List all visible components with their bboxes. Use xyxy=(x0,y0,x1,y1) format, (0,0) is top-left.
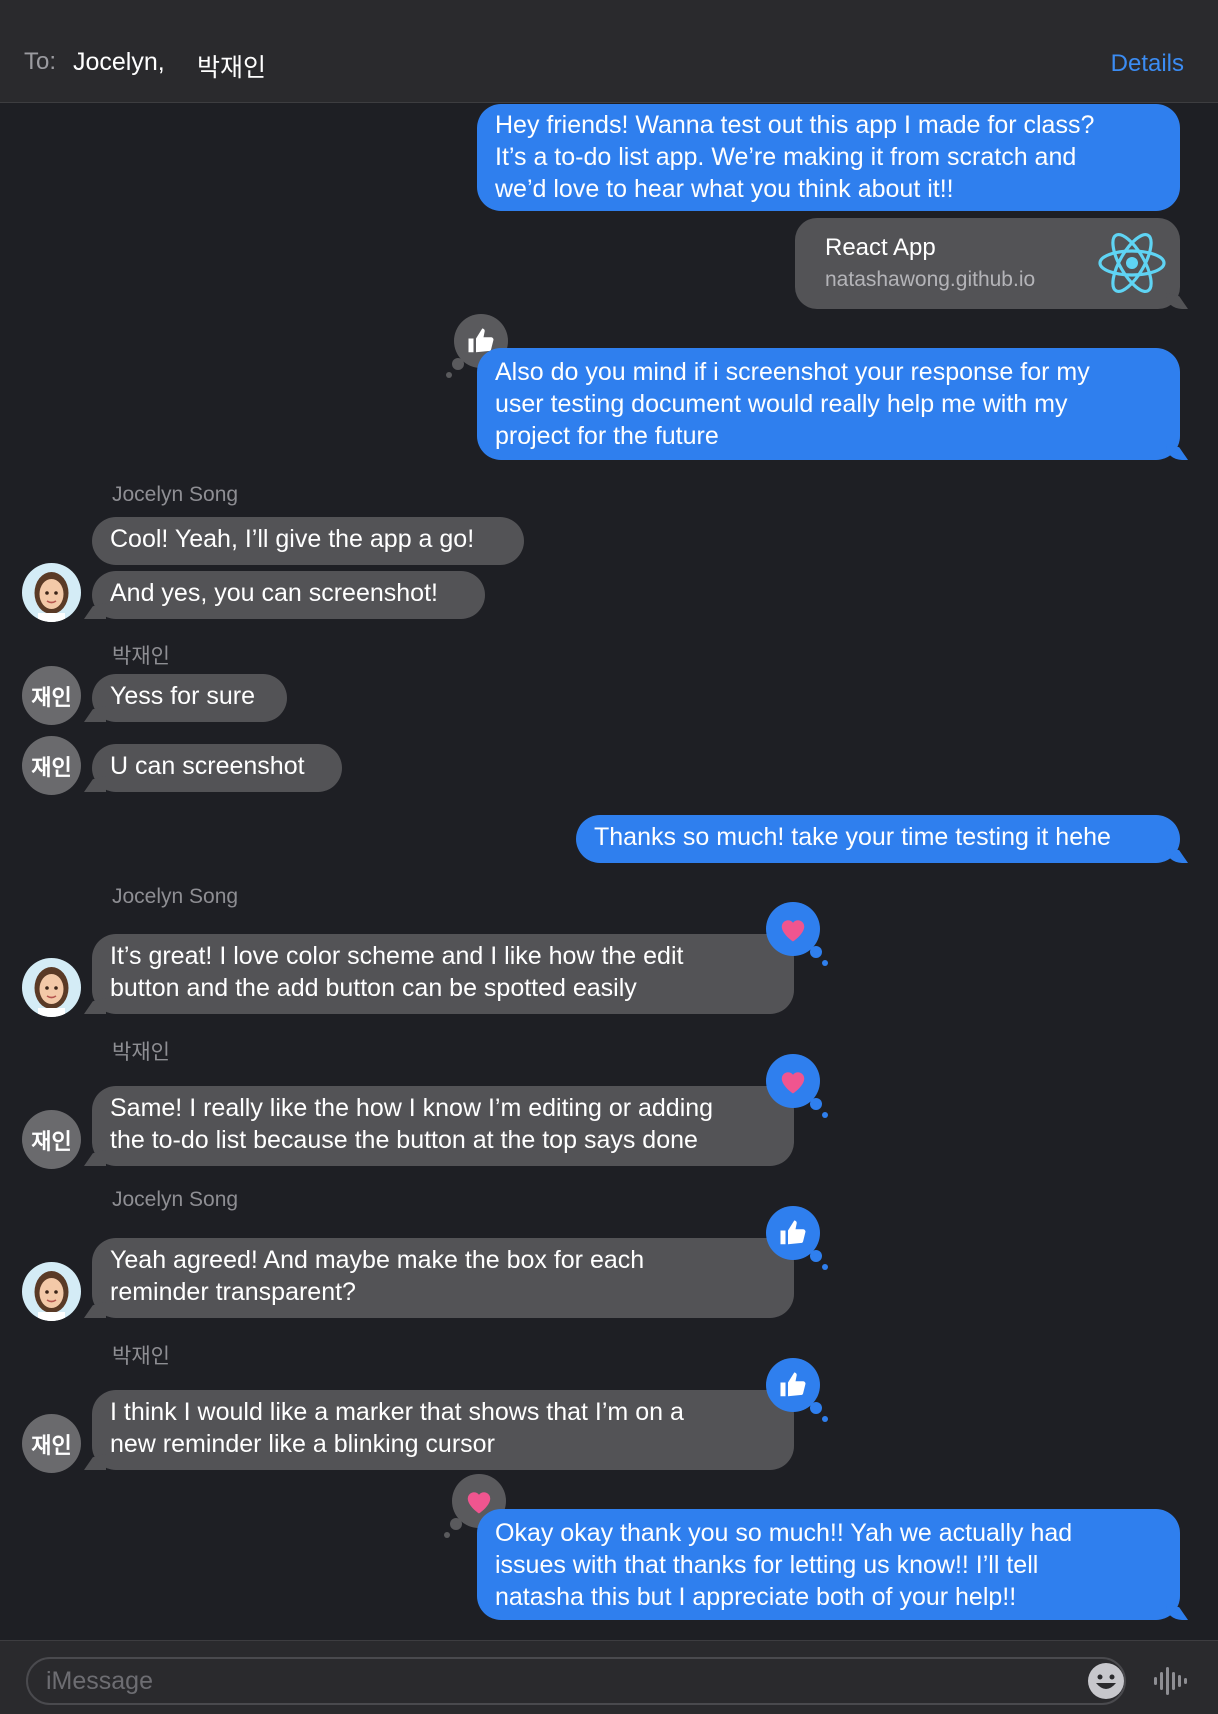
message-line: button and the add button can be spotted… xyxy=(110,974,637,1002)
recipient-jocelyn[interactable]: Jocelyn, xyxy=(73,48,165,77)
sender-name: 박재인 xyxy=(112,1041,170,1064)
message-line: Also do you mind if i screenshot your re… xyxy=(495,358,1090,386)
tapback-heart[interactable] xyxy=(766,902,828,966)
message-line: Hey friends! Wanna test out this app I m… xyxy=(495,111,1095,139)
avatar-jocelyn[interactable] xyxy=(22,958,81,1017)
message-bubble-outgoing[interactable]: Okay okay thank you so much!! Yah we act… xyxy=(477,1509,1180,1620)
composer-bar xyxy=(0,1640,1218,1714)
avatar-jaein[interactable]: 재인 xyxy=(22,666,81,725)
memoji-avatar-icon xyxy=(34,1271,69,1321)
thumbs-up-icon xyxy=(780,1220,806,1245)
message-bubble-incoming[interactable]: Same! I really like the how I know I’m e… xyxy=(92,1086,794,1166)
sender-name: 박재인 xyxy=(112,1345,170,1368)
heart-icon xyxy=(781,920,805,942)
link-preview-title: React App xyxy=(825,234,936,261)
message-line: user testing document would really help … xyxy=(495,390,1068,418)
message-line: Same! I really like the how I know I’m e… xyxy=(110,1094,714,1122)
message-bubble-incoming[interactable]: U can screenshot xyxy=(92,744,342,792)
link-preview-card[interactable]: React App natashawong.github.io xyxy=(795,218,1180,309)
message-bubble-outgoing[interactable]: Hey friends! Wanna test out this app I m… xyxy=(477,104,1180,211)
message-line: It’s a to-do list app. We’re making it f… xyxy=(495,143,1077,171)
avatar-jaein[interactable]: 재인 xyxy=(22,736,81,795)
message-line: reminder transparent? xyxy=(110,1278,356,1306)
memoji-avatar-icon xyxy=(34,572,69,622)
heart-icon xyxy=(781,1072,805,1094)
memoji-avatar-icon xyxy=(34,967,69,1017)
message-line: Thanks so much! take your time testing i… xyxy=(594,823,1111,851)
audio-waveform-icon[interactable] xyxy=(1150,1661,1190,1701)
sender-name: Jocelyn Song xyxy=(112,885,239,908)
message-bubble-incoming[interactable]: Yess for sure xyxy=(92,674,287,722)
sender-name: 박재인 xyxy=(112,645,170,668)
avatar-jaein[interactable]: 재인 xyxy=(22,1110,81,1169)
sender-name: Jocelyn Song xyxy=(112,483,239,506)
tapback-thumbs-up[interactable] xyxy=(766,1358,828,1422)
avatar-jocelyn[interactable] xyxy=(22,1262,81,1321)
link-preview-domain: natashawong.github.io xyxy=(825,268,1036,291)
message-line: U can screenshot xyxy=(110,752,305,780)
message-line: the to-do list because the button at the… xyxy=(110,1126,698,1154)
message-line: Cool! Yeah, I’ll give the app a go! xyxy=(110,525,475,553)
message-bubble-incoming[interactable]: Cool! Yeah, I’ll give the app a go! xyxy=(92,517,524,565)
to-label: To: xyxy=(24,48,57,75)
message-line: we’d love to hear what you think about i… xyxy=(495,175,954,203)
sender-name: Jocelyn Song xyxy=(112,1188,239,1211)
message-line: Yeah agreed! And maybe make the box for … xyxy=(110,1246,645,1274)
message-line: project for the future xyxy=(495,422,719,450)
avatar-jaein[interactable]: 재인 xyxy=(22,1414,81,1473)
message-line: I think I would like a marker that shows… xyxy=(110,1398,684,1426)
message-bubble-incoming[interactable]: And yes, you can screenshot! xyxy=(92,571,485,619)
tapback-heart[interactable] xyxy=(766,1054,828,1118)
message-line: Yess for sure xyxy=(110,682,255,710)
avatar-jocelyn[interactable] xyxy=(22,563,81,622)
message-line: Okay okay thank you so much!! Yah we act… xyxy=(495,1519,1073,1547)
details-button[interactable]: Details xyxy=(1111,50,1184,78)
message-line: new reminder like a blinking cursor xyxy=(110,1430,495,1458)
conversation-header: To: Jocelyn, 박재인 Details xyxy=(0,0,1218,103)
message-bubble-incoming[interactable]: Yeah agreed! And maybe make the box for … xyxy=(92,1238,794,1318)
message-line: issues with that thanks for letting us k… xyxy=(495,1551,1039,1579)
message-bubble-outgoing[interactable]: Also do you mind if i screenshot your re… xyxy=(477,348,1180,460)
emoji-icon[interactable] xyxy=(1086,1661,1126,1701)
message-bubble-incoming[interactable]: It’s great! I love color scheme and I li… xyxy=(92,934,794,1014)
message-bubble-incoming[interactable]: I think I would like a marker that shows… xyxy=(92,1390,794,1470)
message-input[interactable] xyxy=(26,1657,1126,1705)
message-line: natasha this but I appreciate both of yo… xyxy=(495,1583,1017,1611)
thumbs-up-icon xyxy=(780,1372,806,1397)
message-bubble-outgoing[interactable]: Thanks so much! take your time testing i… xyxy=(576,815,1180,863)
message-line: And yes, you can screenshot! xyxy=(110,579,438,607)
tapback-thumbs-up[interactable] xyxy=(766,1206,828,1270)
recipient-jaein[interactable]: 박재인 xyxy=(197,48,266,84)
react-logo-icon xyxy=(1098,233,1166,293)
message-line: It’s great! I love color scheme and I li… xyxy=(110,942,684,970)
